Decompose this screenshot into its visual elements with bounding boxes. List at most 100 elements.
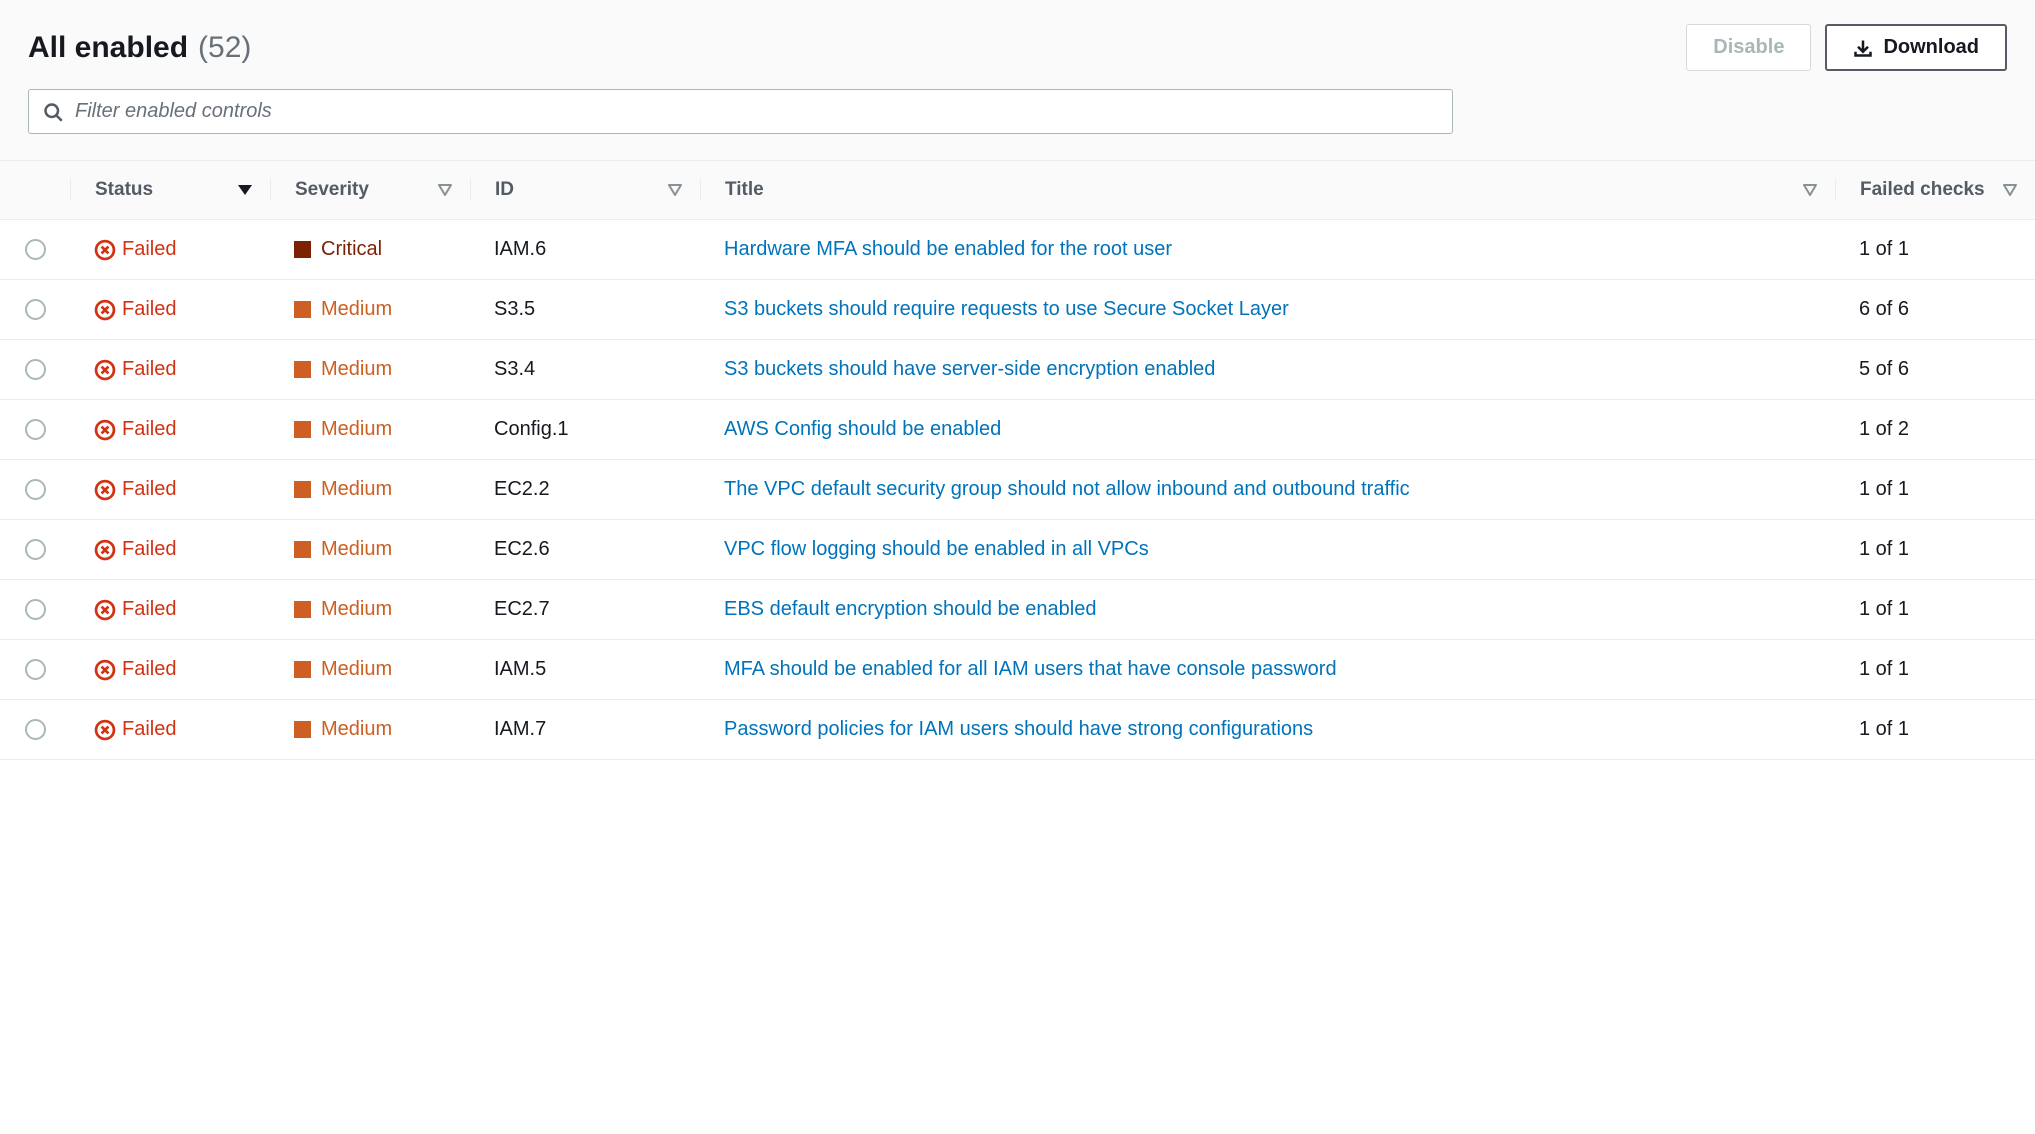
filter-box[interactable]	[28, 89, 1453, 134]
severity-box-icon	[294, 601, 311, 618]
select-radio[interactable]	[25, 239, 46, 260]
col-checks-label: Failed checks	[1860, 179, 1985, 201]
failed-icon	[94, 419, 116, 441]
checks-cell: 1 of 1	[1835, 718, 2035, 741]
table-row: FailedMediumS3.4S3 buckets should have s…	[0, 340, 2035, 400]
title-cell: EBS default encryption should be enabled	[700, 598, 1835, 621]
control-id: S3.5	[494, 298, 535, 320]
col-head-checks[interactable]: Failed checks	[1835, 179, 2035, 201]
control-title-link[interactable]: S3 buckets should have server-side encry…	[724, 358, 1215, 380]
title-group: All enabled (52)	[28, 31, 251, 65]
checks-cell: 1 of 1	[1835, 538, 2035, 561]
search-icon	[43, 102, 63, 122]
severity-medium: Medium	[294, 298, 470, 321]
select-radio[interactable]	[25, 419, 46, 440]
severity-box-icon	[294, 661, 311, 678]
row-select-cell	[0, 539, 70, 560]
header-area: All enabled (52) Disable Download	[0, 0, 2035, 161]
status-cell: Failed	[70, 238, 270, 261]
control-title-link[interactable]: S3 buckets should require requests to us…	[724, 298, 1289, 320]
select-radio[interactable]	[25, 359, 46, 380]
select-radio[interactable]	[25, 719, 46, 740]
control-title-link[interactable]: EBS default encryption should be enabled	[724, 598, 1097, 620]
control-title-link[interactable]: VPC flow logging should be enabled in al…	[724, 538, 1149, 560]
control-title-link[interactable]: AWS Config should be enabled	[724, 418, 1001, 440]
status-label: Failed	[122, 478, 176, 501]
failed-icon	[94, 539, 116, 561]
control-id: IAM.7	[494, 718, 546, 740]
failed-checks-value: 1 of 1	[1859, 718, 1909, 740]
table-row: Failed CriticalIAM.6 Hardware MFA should b…	[0, 220, 2035, 280]
checks-cell: 1 of 1	[1835, 238, 2035, 261]
severity-box-icon	[294, 241, 311, 258]
table-row: FailedMediumConfig.1AWS Config should be…	[0, 400, 2035, 460]
table-body: Failed CriticalIAM.6 Hardware MFA should b…	[0, 220, 2035, 760]
checks-cell: 5 of 6	[1835, 358, 2035, 381]
severity-medium: Medium	[294, 598, 470, 621]
severity-cell: Medium	[270, 478, 470, 501]
failed-icon	[94, 659, 116, 681]
control-title-link[interactable]: The VPC default security group should no…	[724, 478, 1410, 500]
button-group: Disable Download	[1686, 24, 2007, 71]
table-header: Status Severity ID Title Failed checks	[0, 161, 2035, 220]
title-cell: AWS Config should be enabled	[700, 418, 1835, 441]
disable-label: Disable	[1713, 36, 1784, 59]
table-row: Failed Medium S3.5 S3 buckets should requir…	[0, 280, 2035, 340]
filter-input[interactable]	[75, 100, 1438, 123]
status-failed: Failed	[94, 298, 270, 321]
checks-cell: 1 of 1	[1835, 598, 2035, 621]
severity-label: Medium	[321, 358, 392, 381]
col-head-title[interactable]: Title	[700, 179, 1835, 201]
status-cell: Failed	[70, 718, 270, 741]
id-cell: Config.1	[470, 418, 700, 441]
severity-medium: Medium	[294, 538, 470, 561]
status-label: Failed	[122, 658, 176, 681]
select-radio[interactable]	[25, 299, 46, 320]
id-cell: IAM.7	[470, 718, 700, 741]
id-cell: IAM.6	[470, 238, 700, 261]
id-cell: S3.5	[470, 298, 700, 321]
table-row: Failed Medium IAM.5 MFA should be enabled f…	[0, 640, 2035, 700]
status-failed: Failed	[94, 358, 270, 381]
table-row: FailedMediumEC2.2The VPC default securit…	[0, 460, 2035, 520]
title-cell: S3 buckets should have server-side encry…	[700, 358, 1835, 381]
failed-icon	[94, 599, 116, 621]
control-title-link[interactable]: Password policies for IAM users should h…	[724, 718, 1313, 740]
col-head-status[interactable]: Status	[70, 179, 270, 201]
select-radio[interactable]	[25, 479, 46, 500]
status-label: Failed	[122, 238, 176, 261]
severity-critical: Critical	[294, 238, 470, 261]
row-select-cell	[0, 419, 70, 440]
control-title-link[interactable]: Hardware MFA should be enabled for the r…	[724, 238, 1172, 260]
select-radio[interactable]	[25, 659, 46, 680]
status-cell: Failed	[70, 538, 270, 561]
select-radio[interactable]	[25, 539, 46, 560]
failed-icon	[94, 479, 116, 501]
severity-label: Medium	[321, 658, 392, 681]
id-cell: IAM.5	[470, 658, 700, 681]
control-id: EC2.6	[494, 538, 550, 560]
filter-icon	[2003, 184, 2017, 196]
status-label: Failed	[122, 598, 176, 621]
select-radio[interactable]	[25, 599, 46, 620]
table-row: Failed Medium EC2.6 VPC flow logging should…	[0, 520, 2035, 580]
control-title-link[interactable]: MFA should be enabled for all IAM users …	[724, 658, 1337, 680]
header-row: All enabled (52) Disable Download	[28, 24, 2007, 71]
severity-label: Medium	[321, 418, 392, 441]
failed-icon	[94, 299, 116, 321]
severity-label: Medium	[321, 298, 392, 321]
status-label: Failed	[122, 358, 176, 381]
control-id: Config.1	[494, 418, 569, 440]
checks-cell: 1 of 1	[1835, 478, 2035, 501]
download-button[interactable]: Download	[1825, 24, 2007, 71]
title-cell: Password policies for IAM users should h…	[700, 718, 1835, 741]
status-cell: Failed	[70, 598, 270, 621]
table-row: FailedMediumEC2.7EBS default encryption …	[0, 580, 2035, 640]
disable-button: Disable	[1686, 24, 1811, 71]
col-head-id[interactable]: ID	[470, 179, 700, 201]
download-icon	[1853, 38, 1873, 58]
status-label: Failed	[122, 718, 176, 741]
control-id: IAM.5	[494, 658, 546, 680]
col-head-severity[interactable]: Severity	[270, 179, 470, 201]
checks-cell: 1 of 2	[1835, 418, 2035, 441]
